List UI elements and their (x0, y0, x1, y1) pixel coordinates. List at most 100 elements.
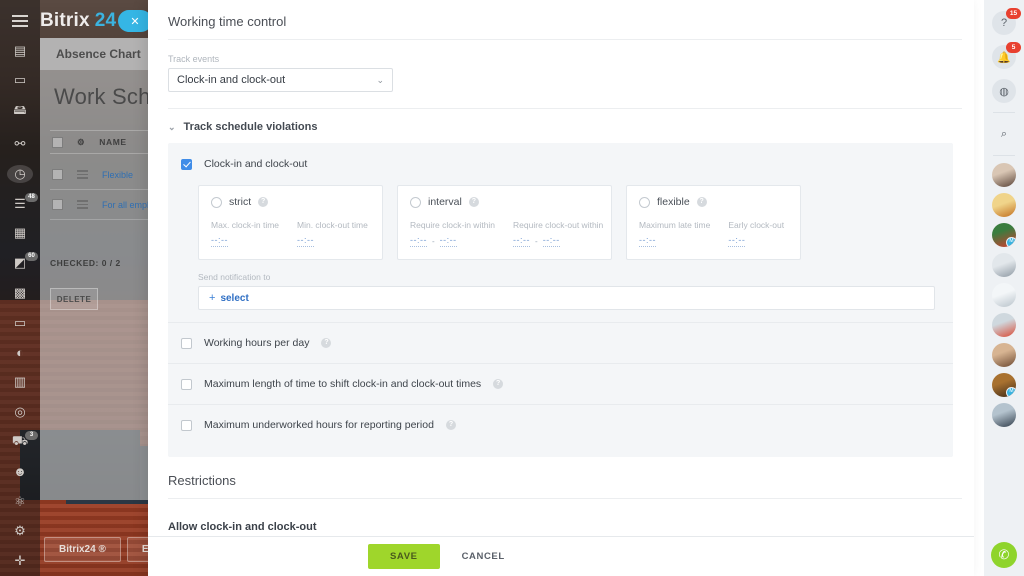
field-label: Require clock-in within (410, 220, 495, 230)
gear-icon[interactable]: ⚙ (77, 137, 85, 148)
time-input[interactable]: --:-- (728, 235, 745, 247)
clock-in-out-checkbox-row[interactable]: Clock-in and clock-out (168, 153, 953, 175)
marketing-icon[interactable]: ◐ (7, 344, 33, 362)
avatar[interactable] (992, 163, 1016, 187)
avatar[interactable]: M (992, 223, 1016, 247)
chevron-down-icon: ⌄ (168, 122, 176, 133)
time-input-from[interactable]: --:-- (513, 235, 530, 247)
menu-icon[interactable] (7, 12, 33, 30)
strict-radio-row[interactable]: strict ? (211, 196, 370, 208)
automation-icon[interactable]: ⚛ (7, 493, 33, 511)
drive-icon[interactable]: 🖴 (7, 101, 33, 123)
sales-icon[interactable]: ☻ (7, 463, 33, 481)
help-icon[interactable]: ? (321, 338, 331, 348)
max-underworked-checkbox[interactable] (181, 420, 192, 431)
checked-counter: CHECKED: 0 / 2 (50, 258, 121, 268)
right-sidebar: ? 15 🔔 5 ◍ ⌕ M M (984, 0, 1024, 576)
option-max-underworked-hours[interactable]: Maximum underworked hours for reporting … (168, 404, 953, 445)
target-icon[interactable]: ◎ (7, 403, 33, 421)
avatar[interactable] (992, 253, 1016, 277)
help-icon[interactable]: ? (446, 420, 456, 430)
column-header-name: NAME (99, 137, 126, 147)
online-store-icon[interactable]: ⛟3 (7, 433, 33, 451)
store-badge: 3 (25, 431, 38, 440)
send-notification-field[interactable]: + select (198, 286, 935, 310)
avatar[interactable] (992, 193, 1016, 217)
help-icon[interactable]: ? (258, 197, 268, 207)
max-shift-checkbox[interactable] (181, 379, 192, 390)
row-checkbox[interactable] (52, 199, 63, 210)
working-hours-checkbox[interactable] (181, 338, 192, 349)
call-icon[interactable]: ✆ (991, 542, 1017, 568)
messenger-icon[interactable]: ◍ (992, 79, 1016, 103)
search-icon[interactable]: ⌕ (992, 122, 1016, 146)
delete-button[interactable]: DELETE (50, 288, 98, 310)
settings-icon[interactable]: ⚙ (7, 522, 33, 540)
analytics-icon[interactable]: ▥ (7, 373, 33, 391)
field-label: Early clock-out (728, 220, 784, 230)
track-schedule-violations-title: Track schedule violations (184, 121, 318, 133)
select-all-checkbox[interactable] (52, 137, 63, 148)
violation-card-strict[interactable]: strict ? Max. clock-in time --:-- (198, 185, 383, 260)
help-icon[interactable]: ? (493, 379, 503, 389)
add-icon[interactable]: ✛ (7, 552, 33, 570)
avatar[interactable] (992, 313, 1016, 337)
close-panel-button[interactable]: ✕ (118, 10, 152, 32)
send-notification-label: Send notification to (198, 272, 953, 282)
interval-radio-row[interactable]: interval ? (410, 196, 599, 208)
time-tracking-icon[interactable]: ◷ (7, 165, 33, 183)
time-input[interactable]: --:-- (211, 235, 228, 247)
bitrix-logo: Bitrix 24 (40, 6, 116, 36)
help-icon[interactable]: ? 15 (992, 11, 1016, 35)
time-input-to[interactable]: --:-- (543, 235, 560, 247)
strict-label: strict (229, 196, 251, 208)
cancel-button[interactable]: CANCEL (456, 550, 511, 563)
divider (993, 155, 1015, 156)
save-button[interactable]: SAVE (368, 544, 440, 569)
help-icon[interactable]: ? (697, 197, 707, 207)
clock-in-out-label: Clock-in and clock-out (204, 158, 307, 170)
tasks-icon[interactable]: ☰48 (7, 195, 33, 213)
applications-icon[interactable]: ▩ (7, 284, 33, 302)
avatar[interactable]: M (992, 373, 1016, 397)
telephony-icon[interactable]: ▭ (7, 314, 33, 332)
time-input[interactable]: --:-- (297, 235, 314, 247)
row-menu-icon[interactable] (77, 204, 88, 206)
plus-icon: + (209, 292, 215, 304)
clock-in-out-checkbox[interactable] (181, 159, 192, 170)
select-recipients-link[interactable]: select (220, 293, 248, 304)
option-working-hours-per-day[interactable]: Working hours per day ? (168, 322, 953, 363)
notifications-bell-icon[interactable]: 🔔 5 (992, 45, 1016, 69)
employees-icon[interactable]: ⚯ (7, 135, 33, 153)
help-icon[interactable]: ? (469, 197, 479, 207)
field-label: Max. clock-in time (211, 220, 279, 230)
violation-card-interval[interactable]: interval ? Require clock-in within --:--… (397, 185, 612, 260)
strict-radio[interactable] (211, 197, 222, 208)
time-input[interactable]: --:-- (639, 235, 656, 247)
row-menu-icon[interactable] (77, 174, 88, 176)
left-navigation-rail[interactable]: ▤ ▭ 🖴 ⚯ ◷ ☰48 ▦ ◩60 ▩ ▭ ◐ ▥ ◎ ⛟3 ☻ ⚛ ⚙ ✛ (0, 0, 40, 576)
time-input-from[interactable]: --:-- (410, 235, 427, 247)
news-feed-icon[interactable]: ▤ (7, 42, 33, 60)
avatar[interactable] (992, 283, 1016, 307)
chat-icon[interactable]: ▭ (7, 72, 33, 90)
working-time-control-modal: Working time control Track events Clock-… (148, 0, 974, 576)
interval-radio[interactable] (410, 197, 421, 208)
flexible-radio[interactable] (639, 197, 650, 208)
section-title-restrictions: Restrictions (148, 473, 974, 498)
crm-icon[interactable]: ▦ (7, 225, 33, 243)
bitrix24-chip[interactable]: Bitrix24 ® (44, 537, 121, 562)
option-max-shift-length[interactable]: Maximum length of time to shift clock-in… (168, 363, 953, 404)
close-icon: ✕ (130, 15, 139, 28)
row-checkbox[interactable] (52, 169, 63, 180)
avatar[interactable] (992, 343, 1016, 367)
flexible-radio-row[interactable]: flexible ? (639, 196, 788, 208)
track-events-select[interactable]: Clock-in and clock-out ⌄ (168, 68, 393, 92)
sites-icon[interactable]: ◩60 (7, 254, 33, 272)
avatar[interactable] (992, 403, 1016, 427)
violation-card-flexible[interactable]: flexible ? Maximum late time --:-- (626, 185, 801, 260)
time-input-to[interactable]: --:-- (440, 235, 457, 247)
logo-name: Bitrix (40, 10, 90, 32)
flexible-field-early-clock-out: Early clock-out --:-- (728, 220, 784, 247)
track-schedule-violations-toggle[interactable]: ⌄ Track schedule violations (148, 121, 974, 133)
